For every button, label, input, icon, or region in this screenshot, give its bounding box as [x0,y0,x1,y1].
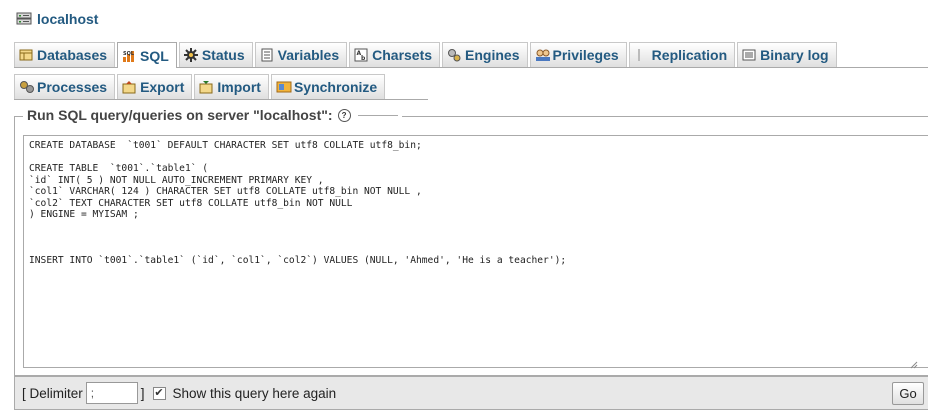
show-query-again-label[interactable]: Show this query here again [173,386,337,401]
help-icon[interactable]: ? [337,108,351,122]
sql-query-textarea[interactable]: CREATE DATABASE `t001` DEFAULT CHARACTER… [23,135,928,368]
binary-log-icon [742,48,756,62]
status-icon [183,48,198,62]
databases-icon [19,48,33,62]
server-title: localhost [37,11,99,27]
delimiter-label: [ Delimiter [22,385,83,401]
tab-import[interactable]: Import [194,74,269,99]
tab-charsets[interactable]: Ab Charsets [349,42,441,67]
tab-label: Privileges [552,47,619,63]
tab-binary-log[interactable]: Binary log [737,42,837,67]
import-icon [199,80,213,94]
tab-label: Replication [651,47,728,63]
tab-label: Databases [37,47,108,63]
show-query-again-checkbox[interactable]: ✔ [152,386,166,400]
tab-databases[interactable]: Databases [14,42,116,67]
tab-label: Processes [37,79,108,95]
tab-label: Variables [277,47,340,63]
replication-icon [634,48,648,62]
tab-label: Import [217,79,261,95]
resize-grip-icon[interactable] [910,356,918,369]
legend-text: Run SQL query/queries on server "localho… [27,107,333,123]
synchronize-icon [276,80,292,94]
tab-replication[interactable]: Replication [628,42,736,67]
go-button[interactable]: Go [892,382,924,405]
delimiter-input[interactable] [85,382,138,404]
tab-variables[interactable]: Variables [254,42,348,67]
tab-label: Engines [465,47,520,63]
tab-sql[interactable]: SQL SQL [117,42,177,68]
delimiter-close-bracket: ] [140,385,145,401]
phpmyadmin-server-sql-page: localhost Databases SQL SQL Status Variables… [0,0,928,410]
query-options-bar: [ Delimiter ] ✔ Show this query here aga… [14,376,928,410]
privileges-icon [535,48,550,62]
main-tabs-row-1: Databases SQL SQL Status Variables Ab Charsets… [14,42,928,68]
engines-icon [447,48,461,62]
sql-query-legend: Run SQL query/queries on server "localho… [23,107,402,123]
tab-export[interactable]: Export [117,74,193,99]
main-tabs-row-2: Processes Export Import Synchronize [14,74,428,100]
tab-label: SQL [140,47,169,64]
tab-label: Charsets [372,47,433,63]
tab-label: Status [201,47,245,63]
tab-processes[interactable]: Processes [14,74,116,99]
variables-icon [260,48,274,62]
svg-text:SQL: SQL [123,51,135,57]
svg-text:b: b [361,55,366,62]
legend-divider [357,114,398,116]
tab-status[interactable]: Status [178,42,253,67]
tab-privileges[interactable]: Privileges [529,42,627,67]
tab-synchronize[interactable]: Synchronize [270,74,386,99]
processes-icon [19,80,34,94]
server-icon [16,12,32,26]
tab-label: Synchronize [293,79,378,95]
server-breadcrumb[interactable]: localhost [16,11,98,27]
export-icon [122,80,136,94]
tab-engines[interactable]: Engines [442,42,528,67]
tab-label: Export [140,79,185,95]
sql-query-fieldset: Run SQL query/queries on server "localho… [14,107,928,376]
sql-icon: SQL [122,49,136,63]
tab-label: Binary log [760,47,829,63]
charsets-icon: Ab [354,48,368,62]
